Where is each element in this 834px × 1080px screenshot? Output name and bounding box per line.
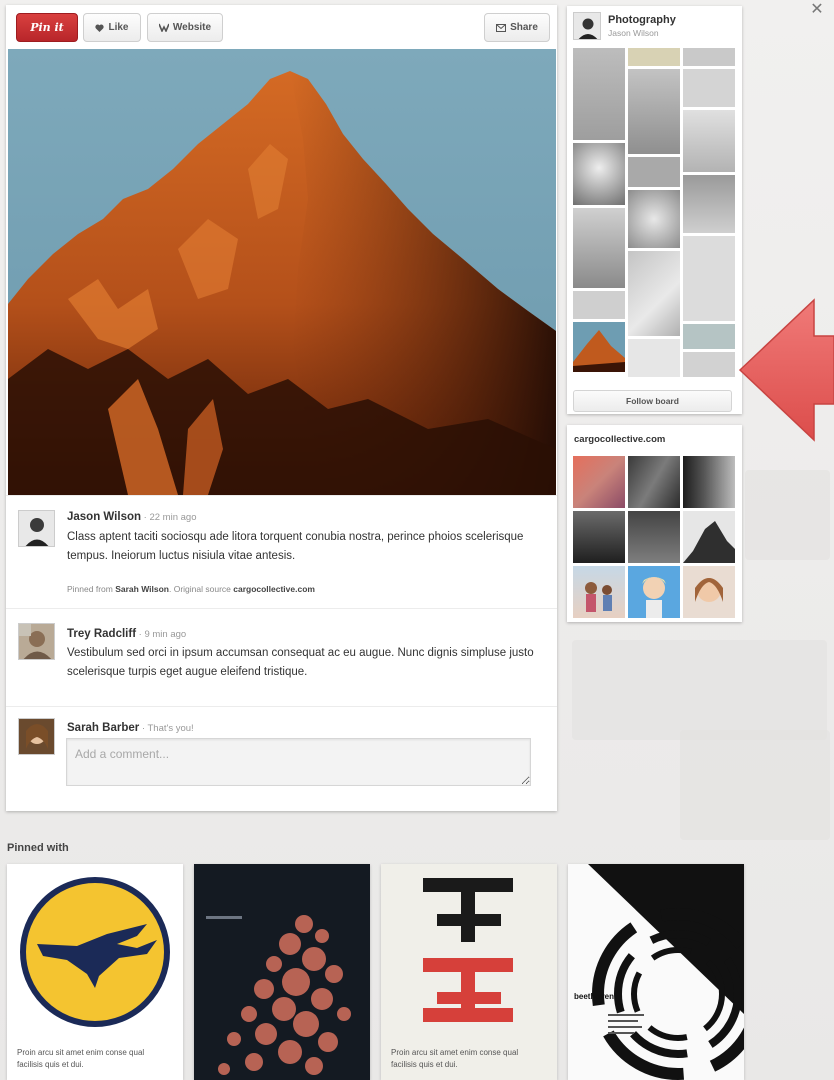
heart-icon bbox=[95, 24, 105, 32]
board-thumbnail[interactable] bbox=[573, 48, 625, 140]
source-thumbnail[interactable] bbox=[573, 456, 625, 508]
board-thumbnail[interactable] bbox=[683, 352, 735, 377]
lufthansa-logo-image bbox=[20, 877, 170, 1027]
board-thumbnail[interactable] bbox=[683, 69, 735, 107]
like-label: Like bbox=[108, 22, 129, 33]
avatar[interactable] bbox=[18, 718, 55, 755]
comment-time: · 22 min ago bbox=[141, 512, 197, 523]
mountain-photo bbox=[8, 49, 556, 495]
source-thumbnail[interactable] bbox=[573, 566, 625, 618]
board-owner[interactable]: Jason Wilson bbox=[608, 28, 659, 38]
board-thumbnail[interactable] bbox=[628, 48, 680, 66]
comment-author-name[interactable]: Jason Wilson bbox=[67, 511, 141, 523]
website-label: Website bbox=[172, 22, 212, 33]
board-thumbnail[interactable] bbox=[573, 291, 625, 319]
source-thumbnail[interactable] bbox=[573, 511, 625, 563]
background-shadow-block bbox=[572, 640, 827, 740]
pin-source: Pinned from Sarah Wilson. Original sourc… bbox=[67, 584, 315, 594]
pinned-with-card[interactable]: Proin arcu sit amet enim conse qual faci… bbox=[7, 864, 183, 1080]
source-thumbnail[interactable] bbox=[628, 511, 680, 563]
board-thumbnail[interactable] bbox=[628, 190, 680, 248]
source-thumbnail[interactable] bbox=[683, 511, 735, 563]
board-thumbnail[interactable] bbox=[628, 157, 680, 187]
avatar[interactable] bbox=[18, 510, 55, 547]
pinned-with-card[interactable]: Proin arcu sit amet enim conse qual faci… bbox=[381, 864, 557, 1080]
pinned-caption: Proin arcu sit amet enim conse qual faci… bbox=[17, 1048, 145, 1069]
pinned-with-card[interactable]: beethoven bbox=[568, 864, 744, 1080]
website-button[interactable]: Website bbox=[147, 13, 223, 42]
pin-card: Pin it Like Website Share Jason Wilson ·… bbox=[6, 5, 557, 811]
background-shadow-block bbox=[745, 470, 830, 560]
like-button[interactable]: Like bbox=[83, 13, 141, 42]
board-thumbnail-mountain[interactable] bbox=[573, 322, 625, 372]
pinned-caption: Proin arcu sit amet enim conse qual faci… bbox=[391, 1048, 519, 1069]
avatar[interactable] bbox=[18, 623, 55, 660]
website-icon bbox=[158, 23, 169, 32]
board-thumbnail[interactable] bbox=[628, 251, 680, 336]
board-card: Photography Jason Wilson Follow board bbox=[567, 6, 742, 414]
comment-text: Class aptent taciti sociosqu ade litora … bbox=[67, 531, 524, 562]
source-thumbnail[interactable] bbox=[683, 566, 735, 618]
source-thumbnail[interactable] bbox=[683, 456, 735, 508]
board-thumbnail[interactable] bbox=[683, 236, 735, 321]
board-thumbnail[interactable] bbox=[683, 48, 735, 66]
comment-input[interactable] bbox=[66, 738, 531, 786]
source-mid: . Original source bbox=[168, 584, 234, 594]
comment-item: Trey Radcliff · 9 min ago Vestibulum sed… bbox=[6, 608, 557, 706]
typography-poster-image bbox=[423, 878, 513, 1022]
comment-time: · 9 min ago bbox=[136, 629, 187, 640]
source-thumbnail[interactable] bbox=[628, 566, 680, 618]
comment-author-name[interactable]: Sarah Barber bbox=[67, 722, 139, 734]
pin-toolbar: Pin it Like Website Share bbox=[6, 5, 557, 49]
board-thumbnail[interactable] bbox=[628, 69, 680, 154]
source-prefix: Pinned from bbox=[67, 584, 116, 594]
poster-title: beethoven bbox=[574, 992, 615, 1001]
source-board-card: cargocollective.com bbox=[567, 425, 742, 622]
board-thumbnail[interactable] bbox=[683, 324, 735, 349]
comment-author[interactable]: Trey Radcliff · 9 min ago bbox=[67, 628, 186, 640]
comment-time: · That's you! bbox=[139, 723, 194, 734]
board-title[interactable]: Photography bbox=[608, 14, 676, 26]
pin-it-button[interactable]: Pin it bbox=[16, 13, 78, 42]
share-icon bbox=[496, 23, 507, 32]
bubbles-poster-image bbox=[206, 915, 351, 1075]
board-thumbnail[interactable] bbox=[628, 339, 680, 377]
pin-image[interactable] bbox=[8, 49, 556, 495]
follow-board-button[interactable]: Follow board bbox=[573, 390, 732, 412]
background-shadow-block bbox=[680, 730, 830, 840]
comment-author[interactable]: Sarah Barber · That's you! bbox=[67, 722, 194, 734]
comment-text: Vestibulum sed orci in ipsum accumsan co… bbox=[67, 647, 534, 678]
board-thumbnail[interactable] bbox=[573, 143, 625, 205]
source-site-link[interactable]: cargocollective.com bbox=[233, 584, 315, 594]
pin-it-label: Pin it bbox=[30, 21, 64, 34]
board-thumbnail[interactable] bbox=[573, 208, 625, 288]
source-board-title[interactable]: cargocollective.com bbox=[574, 434, 665, 445]
pinned-with-card[interactable] bbox=[194, 864, 370, 1080]
source-thumbnail[interactable] bbox=[628, 456, 680, 508]
board-thumbnail[interactable] bbox=[683, 110, 735, 172]
comment-author[interactable]: Jason Wilson · 22 min ago bbox=[67, 511, 196, 523]
comment-author-name[interactable]: Trey Radcliff bbox=[67, 628, 136, 640]
comment-item: Jason Wilson · 22 min ago Class aptent t… bbox=[6, 495, 557, 608]
board-thumbnail[interactable] bbox=[683, 175, 735, 233]
share-label: Share bbox=[510, 22, 538, 33]
source-user-link[interactable]: Sarah Wilson bbox=[115, 584, 169, 594]
beethoven-poster-image bbox=[568, 864, 744, 1080]
pinned-with-heading: Pinned with bbox=[7, 842, 69, 854]
share-button[interactable]: Share bbox=[484, 13, 550, 42]
pointer-arrow-icon bbox=[738, 298, 834, 442]
close-icon[interactable]: ✕ bbox=[804, 0, 830, 22]
board-owner-avatar[interactable] bbox=[573, 12, 601, 40]
